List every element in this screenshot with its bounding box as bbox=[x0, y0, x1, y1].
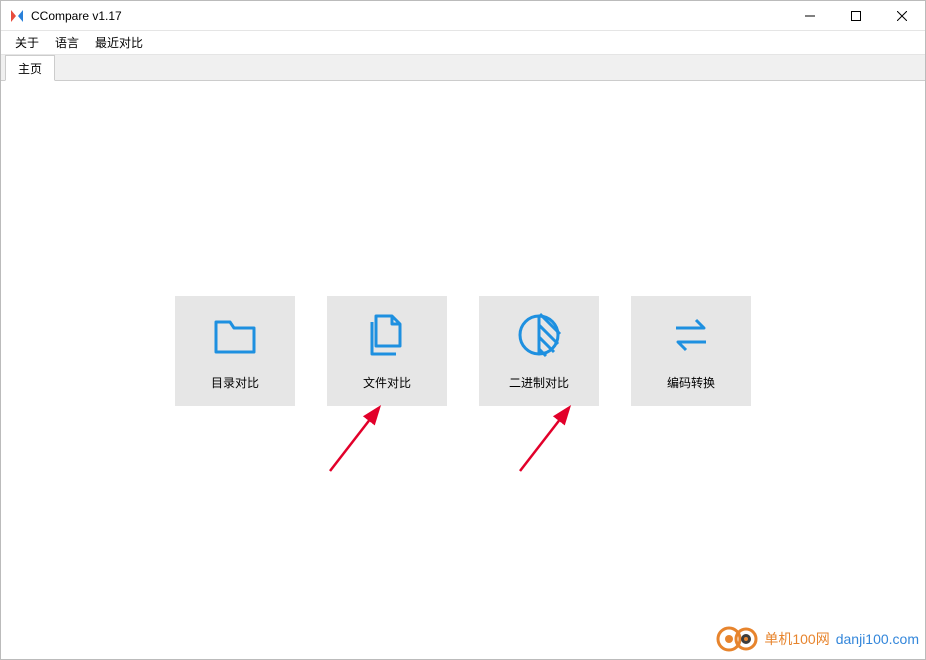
watermark-url: danji100.com bbox=[836, 631, 919, 647]
files-icon bbox=[362, 310, 412, 360]
tile-binary-compare[interactable]: 二进制对比 bbox=[479, 296, 599, 406]
tabbar: 主页 bbox=[1, 55, 925, 81]
window-title: CCompare v1.17 bbox=[31, 9, 122, 23]
swap-icon bbox=[666, 310, 716, 360]
minimize-button[interactable] bbox=[787, 1, 833, 30]
close-button[interactable] bbox=[879, 1, 925, 30]
maximize-button[interactable] bbox=[833, 1, 879, 30]
tile-file-compare[interactable]: 文件对比 bbox=[327, 296, 447, 406]
annotation-arrow-1 bbox=[322, 399, 392, 479]
window-controls bbox=[787, 1, 925, 30]
menubar: 关于 语言 最近对比 bbox=[1, 31, 925, 55]
menu-about[interactable]: 关于 bbox=[7, 31, 47, 54]
watermark-text: 单机100网 bbox=[764, 629, 829, 649]
watermark: 单机100网 danji100.com bbox=[716, 625, 919, 653]
annotation-arrow-2 bbox=[512, 399, 582, 479]
contrast-icon bbox=[514, 310, 564, 360]
tile-file-label: 文件对比 bbox=[363, 374, 411, 391]
tile-binary-label: 二进制对比 bbox=[509, 374, 569, 391]
folder-icon bbox=[210, 310, 260, 360]
menu-language[interactable]: 语言 bbox=[47, 31, 87, 54]
titlebar: CCompare v1.17 bbox=[1, 1, 925, 31]
tile-encoding-label: 编码转换 bbox=[667, 374, 715, 391]
tile-folder-compare[interactable]: 目录对比 bbox=[175, 296, 295, 406]
tile-folder-label: 目录对比 bbox=[211, 374, 259, 391]
app-icon bbox=[9, 8, 25, 24]
content-area: 目录对比 文件对比 bbox=[2, 83, 924, 658]
menu-recent[interactable]: 最近对比 bbox=[87, 31, 151, 54]
tiles-row: 目录对比 文件对比 bbox=[175, 296, 751, 406]
watermark-logo-icon bbox=[716, 625, 758, 653]
tab-home[interactable]: 主页 bbox=[5, 55, 55, 81]
tile-encoding-convert[interactable]: 编码转换 bbox=[631, 296, 751, 406]
